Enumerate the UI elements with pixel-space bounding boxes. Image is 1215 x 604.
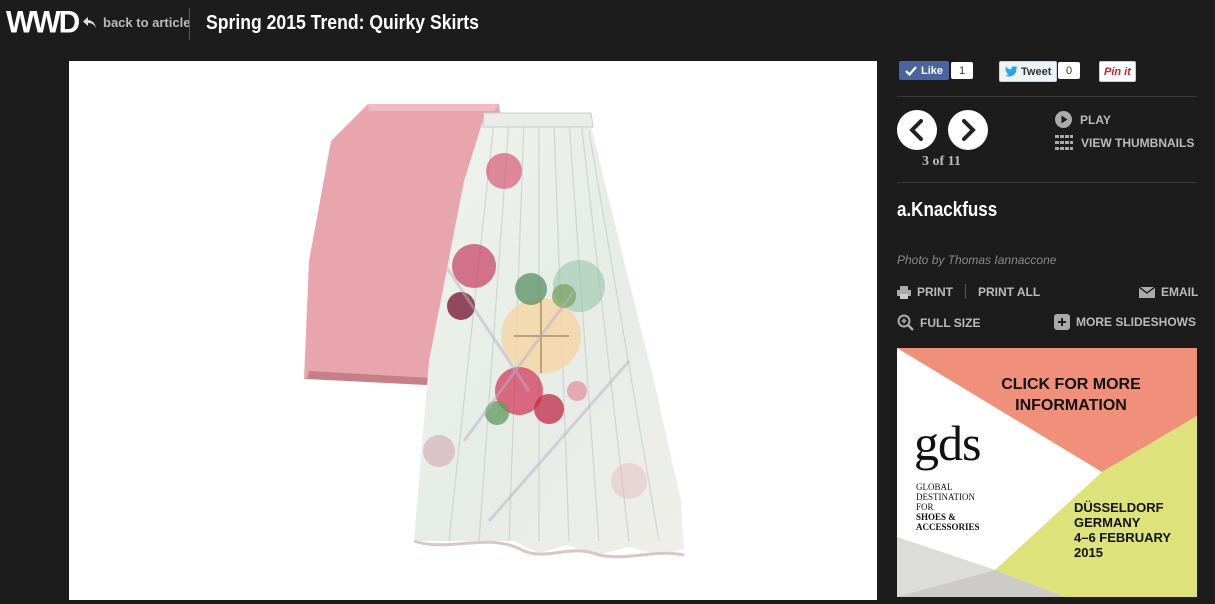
skirt-photo [304,104,685,559]
ad-cta-line2: INFORMATION [1015,397,1127,414]
ad-cta-line1: CLICK FOR MORE [1001,376,1141,393]
event-city: DÜSSELDORF [1074,500,1164,515]
email-button[interactable]: EMAIL [1139,285,1198,299]
checkmark-icon [905,66,917,76]
chevron-right-icon [962,119,976,141]
view-thumbnails-button[interactable]: VIEW THUMBNAILS [1055,135,1194,150]
previous-slide-button[interactable] [897,110,937,150]
chevron-left-icon [909,119,923,141]
event-country: GERMANY [1074,515,1141,530]
ad-event-info: DÜSSELDORF GERMANY 4–6 FEBRUARY 2015 [1074,500,1171,560]
more-slideshows-button[interactable]: MORE SLIDESHOWS [1054,314,1196,330]
ad-cta: CLICK FOR MORE INFORMATION [971,374,1171,416]
back-to-article-link[interactable]: back to article [82,15,190,30]
twitter-bird-icon [1005,66,1018,77]
event-dates: 4–6 FEBRUARY [1074,530,1172,545]
play-label: PLAY [1080,112,1111,127]
back-label: back to article [103,15,191,30]
print-button[interactable]: PRINT [897,285,953,299]
like-label: Like [921,64,944,77]
social-share-bar: Like 1 Tweet 0 Pin it [897,61,1197,82]
zoom-in-icon [897,314,914,331]
grid-icon [1055,135,1073,150]
divider [897,96,1197,97]
divider [897,182,1197,183]
tweet-count: 0 [1058,62,1080,79]
tagline-line: GLOBAL [916,482,953,492]
facebook-like-button[interactable]: Like [899,61,950,80]
tagline-line: SHOES & [916,512,956,522]
print-all-label: PRINT ALL [978,285,1041,299]
view-thumbnails-label: VIEW THUMBNAILS [1081,135,1195,150]
action-divider [965,284,966,299]
tagline-line: ACCESSORIES [916,522,980,532]
designer-name: a.Knackfuss [897,199,998,221]
top-bar: WWD back to article Spring 2015 Trend: Q… [0,0,1215,52]
print-label: PRINT [917,285,953,299]
envelope-icon [1139,286,1155,298]
like-count: 1 [951,62,973,79]
slideshow-photo[interactable] [69,61,877,600]
slide-counter: 3 of 11 [922,154,961,169]
tagline-line: DESTINATION [916,492,975,502]
photo-credit: Photo by Thomas Iannaccone [897,253,1057,267]
pinterest-pin-button[interactable]: Pin it [1099,61,1136,82]
gds-logo: gds [914,415,981,471]
more-slideshows-label: MORE SLIDESHOWS [1076,315,1197,329]
tagline-line: FOR [916,502,934,512]
next-slide-button[interactable] [948,110,988,150]
full-size-button[interactable]: FULL SIZE [897,314,980,331]
wwd-logo[interactable]: WWD [6,5,80,41]
play-icon [1055,111,1072,128]
printer-icon [897,285,911,299]
print-all-button[interactable]: PRINT ALL [978,285,1040,299]
full-size-label: FULL SIZE [920,315,981,330]
header-divider [189,8,190,40]
gds-tagline: GLOBAL DESTINATION FOR SHOES & ACCESSORI… [916,482,980,532]
gds-advertisement[interactable]: CLICK FOR MORE INFORMATION gds GLOBAL DE… [897,348,1197,597]
plus-icon [1054,314,1070,330]
tweet-button[interactable]: Tweet [999,61,1058,82]
play-button[interactable]: PLAY [1055,111,1111,128]
event-year: 2015 [1074,545,1103,560]
back-arrow-icon [83,16,96,28]
email-label: EMAIL [1161,285,1199,299]
page-title: Spring 2015 Trend: Quirky Skirts [206,12,479,34]
tweet-label: Tweet [1021,65,1052,78]
